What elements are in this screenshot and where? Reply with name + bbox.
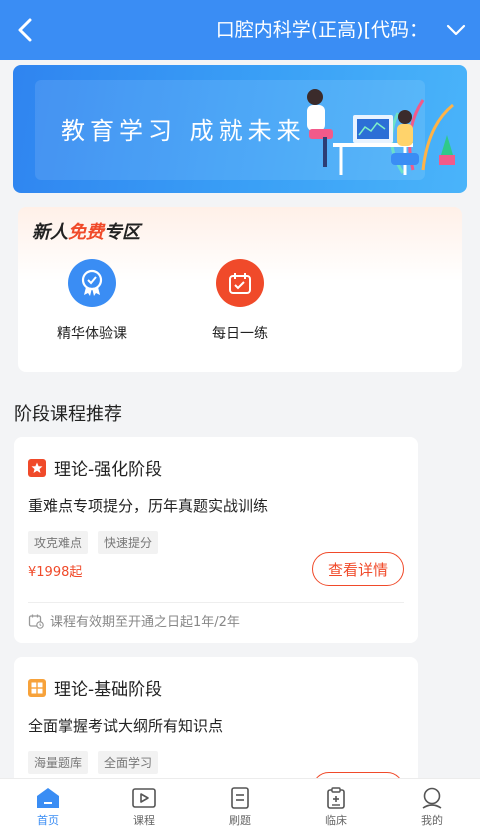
free-zone-title-post: 专区 <box>104 222 140 243</box>
course-title-text: 理论-强化阶段 <box>54 460 163 480</box>
tab-label: 首页 <box>37 814 59 827</box>
badge-icon <box>68 259 116 307</box>
star-icon <box>28 458 46 477</box>
grid-icon <box>28 678 46 697</box>
tab-practice[interactable]: 刷题 <box>192 779 288 836</box>
chevron-down-icon[interactable] <box>442 18 470 42</box>
calendar-clock-icon <box>28 614 44 629</box>
course-tags: 海量题库 全面学习 <box>28 751 159 774</box>
free-zone-title-highlight: 免费 <box>68 222 104 243</box>
course-description: 全面掌握考试大纲所有知识点 <box>28 717 224 735</box>
course-tag: 海量题库 <box>28 751 89 774</box>
free-zone-item-essence-course[interactable]: 精华体验课 <box>42 259 142 343</box>
free-zone-title: 新人免费专区 <box>32 218 140 244</box>
tab-label: 我的 <box>421 814 443 827</box>
banner-slogan: 教育学习 成就未来 <box>61 117 306 145</box>
course-validity-text: 课程有效期至开通之日起1年/2年 <box>50 615 240 630</box>
course-card[interactable]: 理论-基础阶段 全面掌握考试大纲所有知识点 海量题库 全面学习 <box>14 657 418 806</box>
course-title: 理论-基础阶段 <box>28 675 162 700</box>
new-user-free-zone: 新人免费专区 精华体验课 每日一练 <box>18 207 462 372</box>
chevron-left-icon[interactable] <box>10 14 42 46</box>
free-zone-title-pre: 新人 <box>32 222 68 243</box>
tab-profile[interactable]: 我的 <box>384 779 480 836</box>
course-price: ¥1998起 <box>28 565 83 580</box>
home-icon <box>37 788 59 808</box>
course-description: 重难点专项提分，历年真题实战训练 <box>28 497 269 515</box>
tab-label: 临床 <box>325 814 347 827</box>
section-title: 阶段课程推荐 <box>14 404 122 425</box>
tab-clinical[interactable]: 临床 <box>288 779 384 836</box>
free-zone-item-daily-practice[interactable]: 每日一练 <box>190 259 290 343</box>
top-nav-bar: 口腔内科学(正高)[代码： <box>0 0 480 60</box>
course-tag: 攻克难点 <box>28 531 89 554</box>
course-card[interactable]: 理论-强化阶段 重难点专项提分，历年真题实战训练 攻克难点 快速提分 ¥1998… <box>14 437 418 643</box>
course-validity: 课程有效期至开通之日起1年/2年 <box>28 611 240 630</box>
course-tag: 快速提分 <box>98 531 159 554</box>
card-divider <box>28 602 404 603</box>
promo-banner[interactable]: 教育学习 成就未来 <box>13 65 467 193</box>
view-details-button[interactable]: 查看详情 <box>312 552 404 586</box>
document-icon <box>231 787 249 809</box>
tab-courses[interactable]: 课程 <box>96 779 192 836</box>
page-title[interactable]: 口腔内科学(正高)[代码： <box>216 15 428 42</box>
tab-label: 刷题 <box>229 814 251 827</box>
study-illustration <box>307 89 455 175</box>
clipboard-icon <box>327 787 345 809</box>
course-tag: 全面学习 <box>98 751 159 774</box>
calendar-icon <box>216 259 264 307</box>
play-icon <box>132 788 156 808</box>
course-title: 理论-强化阶段 <box>28 455 162 480</box>
course-tags: 攻克难点 快速提分 <box>28 531 159 554</box>
free-zone-item-label: 精华体验课 <box>57 326 127 342</box>
bottom-tab-bar: 首页 课程 刷题 临床 我的 <box>0 778 480 836</box>
course-title-text: 理论-基础阶段 <box>54 680 163 700</box>
tab-home[interactable]: 首页 <box>0 779 96 836</box>
user-icon <box>422 787 442 809</box>
free-zone-item-label: 每日一练 <box>212 326 268 342</box>
tab-label: 课程 <box>133 814 155 827</box>
